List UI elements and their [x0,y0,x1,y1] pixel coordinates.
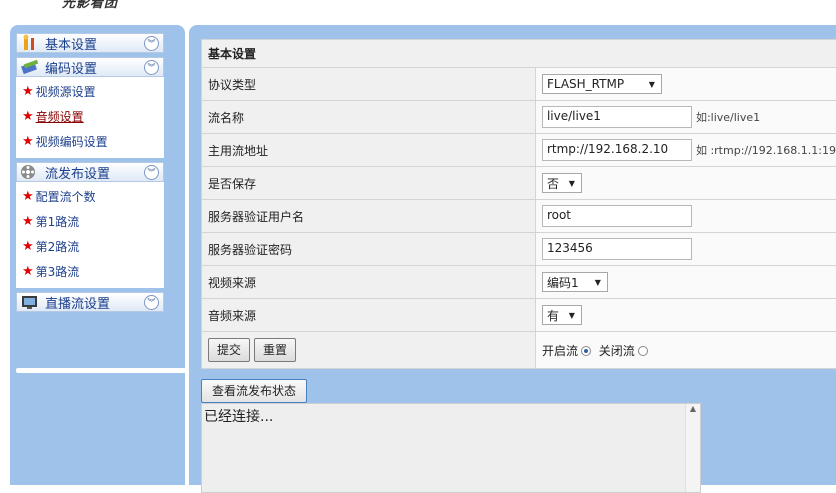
menu-header-title: 直播流设置 [45,293,110,312]
main-url-label: 主用流地址 [202,134,536,167]
video-source-select-value: 编码1 [547,274,579,291]
sidebar-item-audio[interactable]: ★ 音频设置 [16,104,164,129]
sidebar-item-label: 视频源设置 [36,83,96,100]
star-icon: ★ [22,214,34,229]
film-reel-icon [20,163,40,181]
submit-button[interactable]: 提交 [208,338,250,362]
menu-header-publish[interactable]: 流发布设置 ︾ [16,162,164,182]
tools-icon [20,34,40,52]
menu-header-live[interactable]: 直播流设置 ︾ [16,292,164,312]
row-auth-user: 服务器验证用户名 root [202,200,836,233]
reset-button[interactable]: 重置 [254,338,296,362]
dropdown-arrow-icon: ▼ [569,311,575,320]
save-select[interactable]: 否 ▼ [542,173,582,193]
stop-stream-radio[interactable] [638,346,648,356]
menu-header-basic[interactable]: 基本设置 ︾ [16,33,164,53]
sidebar-item-label: 第1路流 [36,213,80,230]
dropdown-arrow-icon: ▼ [595,278,601,287]
sidebar-item-video-encode[interactable]: ★ 视频编码设置 [16,129,164,154]
protocol-select-value: FLASH_RTMP [547,77,624,91]
chevron-down-icon[interactable]: ︾ [144,165,159,180]
brand-logo: 光影看团 [62,0,118,11]
protocol-label: 协议类型 [202,68,536,101]
row-actions: 提交重置 开启流 关闭流 [202,332,836,369]
chevron-down-icon[interactable]: ︾ [144,60,159,75]
video-source-label: 视频来源 [202,266,536,299]
row-protocol: 协议类型 FLASH_RTMP ▼ [202,68,836,101]
auth-pass-label: 服务器验证密码 [202,233,536,266]
stream-name-input[interactable]: live/live1 [542,106,692,128]
stream-name-hint: 如:live/live1 [696,111,760,124]
sidebar-item-label: 视频编码设置 [36,133,108,150]
film-encode-icon [20,58,40,76]
auth-user-input[interactable]: root [542,205,692,227]
status-log[interactable]: 已经连接... ▲ [201,403,701,493]
submenu-encode: ★ 视频源设置 ★ 音频设置 ★ 视频编码设置 [16,77,164,158]
sidebar-item-label: 第2路流 [36,238,80,255]
sidebar: 基本设置 ︾ 编码设置 ︾ ★ 视频源设置 ★ 音频设置 ★ 视频编码设置 [10,25,185,485]
star-icon: ★ [22,189,34,204]
auth-user-label: 服务器验证用户名 [202,200,536,233]
menu-header-title: 流发布设置 [45,163,110,182]
settings-form: 基本设置 协议类型 FLASH_RTMP ▼ 流名称 live/live1 如:l… [201,39,836,369]
chevron-down-icon[interactable]: ︾ [144,36,159,51]
sidebar-item-stream-3[interactable]: ★ 第3路流 [16,259,164,284]
row-auth-pass: 服务器验证密码 123456 [202,233,836,266]
row-main-url: 主用流地址 rtmp://192.168.2.10 如 :rtmp://192.1… [202,134,836,167]
row-save: 是否保存 否 ▼ [202,167,836,200]
form-title: 基本设置 [202,40,836,68]
row-stream-name: 流名称 live/live1 如:live/live1 [202,101,836,134]
dropdown-arrow-icon: ▼ [569,179,575,188]
sidebar-item-label: 第3路流 [36,263,80,280]
menu-header-title: 编码设置 [45,58,97,77]
protocol-select[interactable]: FLASH_RTMP ▼ [542,74,662,94]
chevron-down-icon[interactable]: ︾ [144,295,159,310]
sidebar-item-label: 配置流个数 [36,188,96,205]
star-icon: ★ [22,84,34,99]
sidebar-item-video-source[interactable]: ★ 视频源设置 [16,79,164,104]
dropdown-arrow-icon: ▼ [649,80,655,89]
menu-header-encode[interactable]: 编码设置 ︾ [16,57,164,77]
stop-stream-label: 关闭流 [599,344,635,358]
monitor-icon [20,293,40,311]
row-video-source: 视频来源 编码1 ▼ [202,266,836,299]
submenu-publish: ★ 配置流个数 ★ 第1路流 ★ 第2路流 ★ 第3路流 [16,182,164,288]
sidebar-item-label: 音频设置 [36,108,84,125]
save-label: 是否保存 [202,167,536,200]
main-panel: 基本设置 协议类型 FLASH_RTMP ▼ 流名称 live/live1 如:l… [189,25,836,485]
save-select-value: 否 [547,175,559,192]
start-stream-radio[interactable] [581,346,591,356]
audio-source-select[interactable]: 有 ▼ [542,305,582,325]
star-icon: ★ [22,134,34,149]
status-log-text: 已经连接... [204,409,273,425]
row-audio-source: 音频来源 有 ▼ [202,299,836,332]
sidebar-divider [16,368,186,373]
start-stream-label: 开启流 [542,344,578,358]
star-icon: ★ [22,109,34,124]
main-url-input[interactable]: rtmp://192.168.2.10 [542,139,692,161]
sidebar-item-stream-2[interactable]: ★ 第2路流 [16,234,164,259]
star-icon: ★ [22,239,34,254]
main-url-hint: 如 :rtmp://192.168.1.1:1935 [696,144,836,157]
stream-name-label: 流名称 [202,101,536,134]
star-icon: ★ [22,264,34,279]
sidebar-item-stream-1[interactable]: ★ 第1路流 [16,209,164,234]
sidebar-item-stream-count[interactable]: ★ 配置流个数 [16,184,164,209]
menu-header-title: 基本设置 [45,34,97,53]
audio-source-label: 音频来源 [202,299,536,332]
log-scrollbar[interactable]: ▲ [685,404,700,492]
video-source-select[interactable]: 编码1 ▼ [542,272,608,292]
view-status-button[interactable]: 查看流发布状态 [201,379,307,403]
auth-pass-input[interactable]: 123456 [542,238,692,260]
audio-source-select-value: 有 [547,307,559,324]
